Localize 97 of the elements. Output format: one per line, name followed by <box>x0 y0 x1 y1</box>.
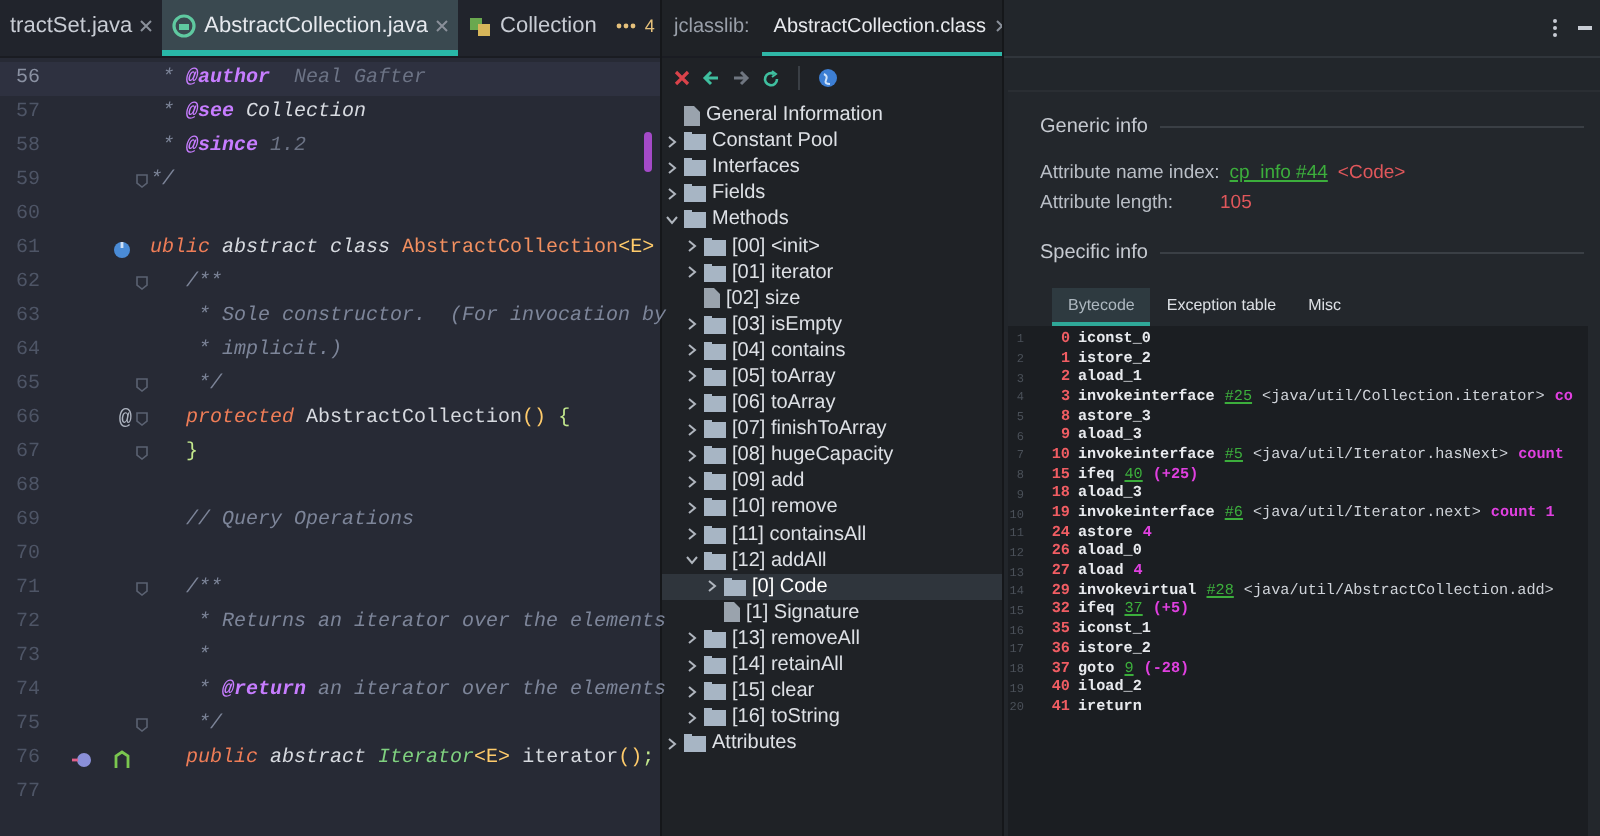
folder-icon <box>704 341 726 360</box>
code-line: ublic abstract class AbstractCollection<E> <box>150 238 655 260</box>
section-title: Specific info <box>1040 242 1148 264</box>
tree-item[interactable]: [14] retainAll <box>662 651 1002 679</box>
code-line: * @return an iterator over the elements <box>196 680 667 702</box>
tree-item[interactable]: General Information <box>662 102 1002 129</box>
override-icon <box>112 239 132 259</box>
code-line: * Returns an iterator over the elements <box>196 612 667 634</box>
editor-tab[interactable]: AbstractCollection.java <box>162 0 459 56</box>
folder-icon <box>704 656 726 675</box>
class-icon <box>172 13 197 37</box>
code-line: * @see Collection <box>160 102 367 124</box>
field-label: Attribute name index: <box>1040 162 1220 184</box>
tree-item[interactable]: [12] addAll <box>662 547 1002 574</box>
folder-icon <box>684 184 706 203</box>
folder-icon <box>704 237 726 256</box>
tree-item[interactable]: [07] finishToArray <box>662 416 1002 443</box>
folder-icon <box>704 682 726 701</box>
tree-item[interactable]: Fields <box>662 180 1002 207</box>
code-line: public abstract Iterator<E> iterator(); <box>184 748 655 770</box>
code-line: */ <box>196 714 223 736</box>
folder-icon <box>704 446 726 465</box>
field-value: <Code> <box>1337 162 1406 184</box>
code-line: * Sole constructor. (For invocation by <box>196 306 667 328</box>
annotation-icon: @ <box>118 407 132 431</box>
tree-item[interactable]: [1] Signature <box>662 599 1002 626</box>
file-icon <box>684 105 700 126</box>
tree-item[interactable]: [01] iterator <box>662 259 1002 286</box>
folder-icon <box>704 367 726 386</box>
tree-item[interactable]: [06] toArray <box>662 390 1002 417</box>
tree-item[interactable]: [00] <init> <box>662 232 1002 260</box>
back-arrow-icon <box>702 70 720 86</box>
code-line: * @author Neal Gafter <box>160 68 427 90</box>
tree-item[interactable]: [05] toArray <box>662 363 1002 391</box>
tree-item[interactable]: [16] toString <box>662 704 1002 731</box>
folder-icon <box>684 734 706 753</box>
folder-icon <box>684 210 706 229</box>
file-icon <box>724 602 740 623</box>
folder-icon <box>684 158 706 177</box>
folder-icon <box>704 394 726 413</box>
section-title: Generic info <box>1040 116 1148 138</box>
folder-icon <box>684 132 706 151</box>
more-tabs-button[interactable]: 4 <box>606 0 660 56</box>
bytecode-tab[interactable]: Exception table <box>1150 288 1293 326</box>
code-line: protected AbstractCollection() { <box>184 408 571 430</box>
tree-item[interactable]: Attributes <box>662 730 1002 757</box>
bytecode-tab[interactable]: Bytecode <box>1052 288 1151 326</box>
folder-icon <box>704 263 726 282</box>
editor-tab[interactable]: Collection <box>458 0 607 56</box>
code-line: * implicit.) <box>196 340 343 362</box>
folder-icon <box>704 315 726 334</box>
ellipsis-icon <box>616 21 637 29</box>
globe-icon <box>818 68 838 88</box>
folder-icon <box>704 498 726 517</box>
file-icon <box>704 288 720 309</box>
folder-icon <box>704 708 726 727</box>
tree-item[interactable]: [03] isEmpty <box>662 311 1002 338</box>
tree-item[interactable]: [02] size <box>662 285 1002 312</box>
code-line: /** <box>184 578 223 600</box>
tree-item[interactable]: [08] hugeCapacity <box>662 442 1002 469</box>
scrollbar-marker <box>644 132 652 172</box>
tree-item[interactable]: [15] clear <box>662 678 1002 705</box>
implements-icon <box>112 749 132 769</box>
folder-icon <box>704 420 726 439</box>
folder-icon <box>724 577 746 596</box>
tree-item[interactable]: Methods <box>662 206 1002 233</box>
tree-item[interactable]: [04] contains <box>662 337 1002 364</box>
code-line: /** <box>184 272 223 294</box>
tree-item[interactable]: [13] removeAll <box>662 625 1002 652</box>
field-value: 105 <box>1220 192 1252 214</box>
more-options-icon <box>1552 18 1558 38</box>
minimize-icon <box>1578 25 1592 31</box>
folder-icon <box>704 551 726 570</box>
implemented-icon <box>72 749 92 769</box>
tree-item[interactable]: [10] remove <box>662 494 1002 521</box>
cp-info-link[interactable]: cp_info #44 <box>1229 162 1328 184</box>
code-line: * @since 1.2 <box>160 136 307 158</box>
code-line: // Query Operations <box>184 510 415 532</box>
code-line: */ <box>196 374 223 396</box>
bytecode-tab[interactable]: Misc <box>1292 288 1358 326</box>
interface-icon <box>468 13 493 37</box>
refresh-icon <box>762 69 780 87</box>
folder-icon <box>704 629 726 648</box>
tree-item[interactable]: [0] Code <box>662 573 1002 600</box>
editor-tab[interactable]: tractSet.java <box>0 0 163 56</box>
tree-item[interactable]: Constant Pool <box>662 128 1002 155</box>
folder-icon <box>704 525 726 544</box>
forward-arrow-icon <box>732 70 750 86</box>
folder-icon <box>704 472 726 491</box>
classfile-tab[interactable]: jclasslib: <box>662 0 762 56</box>
tree-item[interactable]: [09] add <box>662 468 1002 495</box>
code-line: } <box>184 442 199 464</box>
tree-item[interactable]: Interfaces <box>662 154 1002 181</box>
code-line: */ <box>150 170 175 192</box>
field-label: Attribute length: <box>1040 192 1176 214</box>
tree-item[interactable]: [11] containsAll <box>662 521 1002 548</box>
code-line: * <box>196 646 211 668</box>
